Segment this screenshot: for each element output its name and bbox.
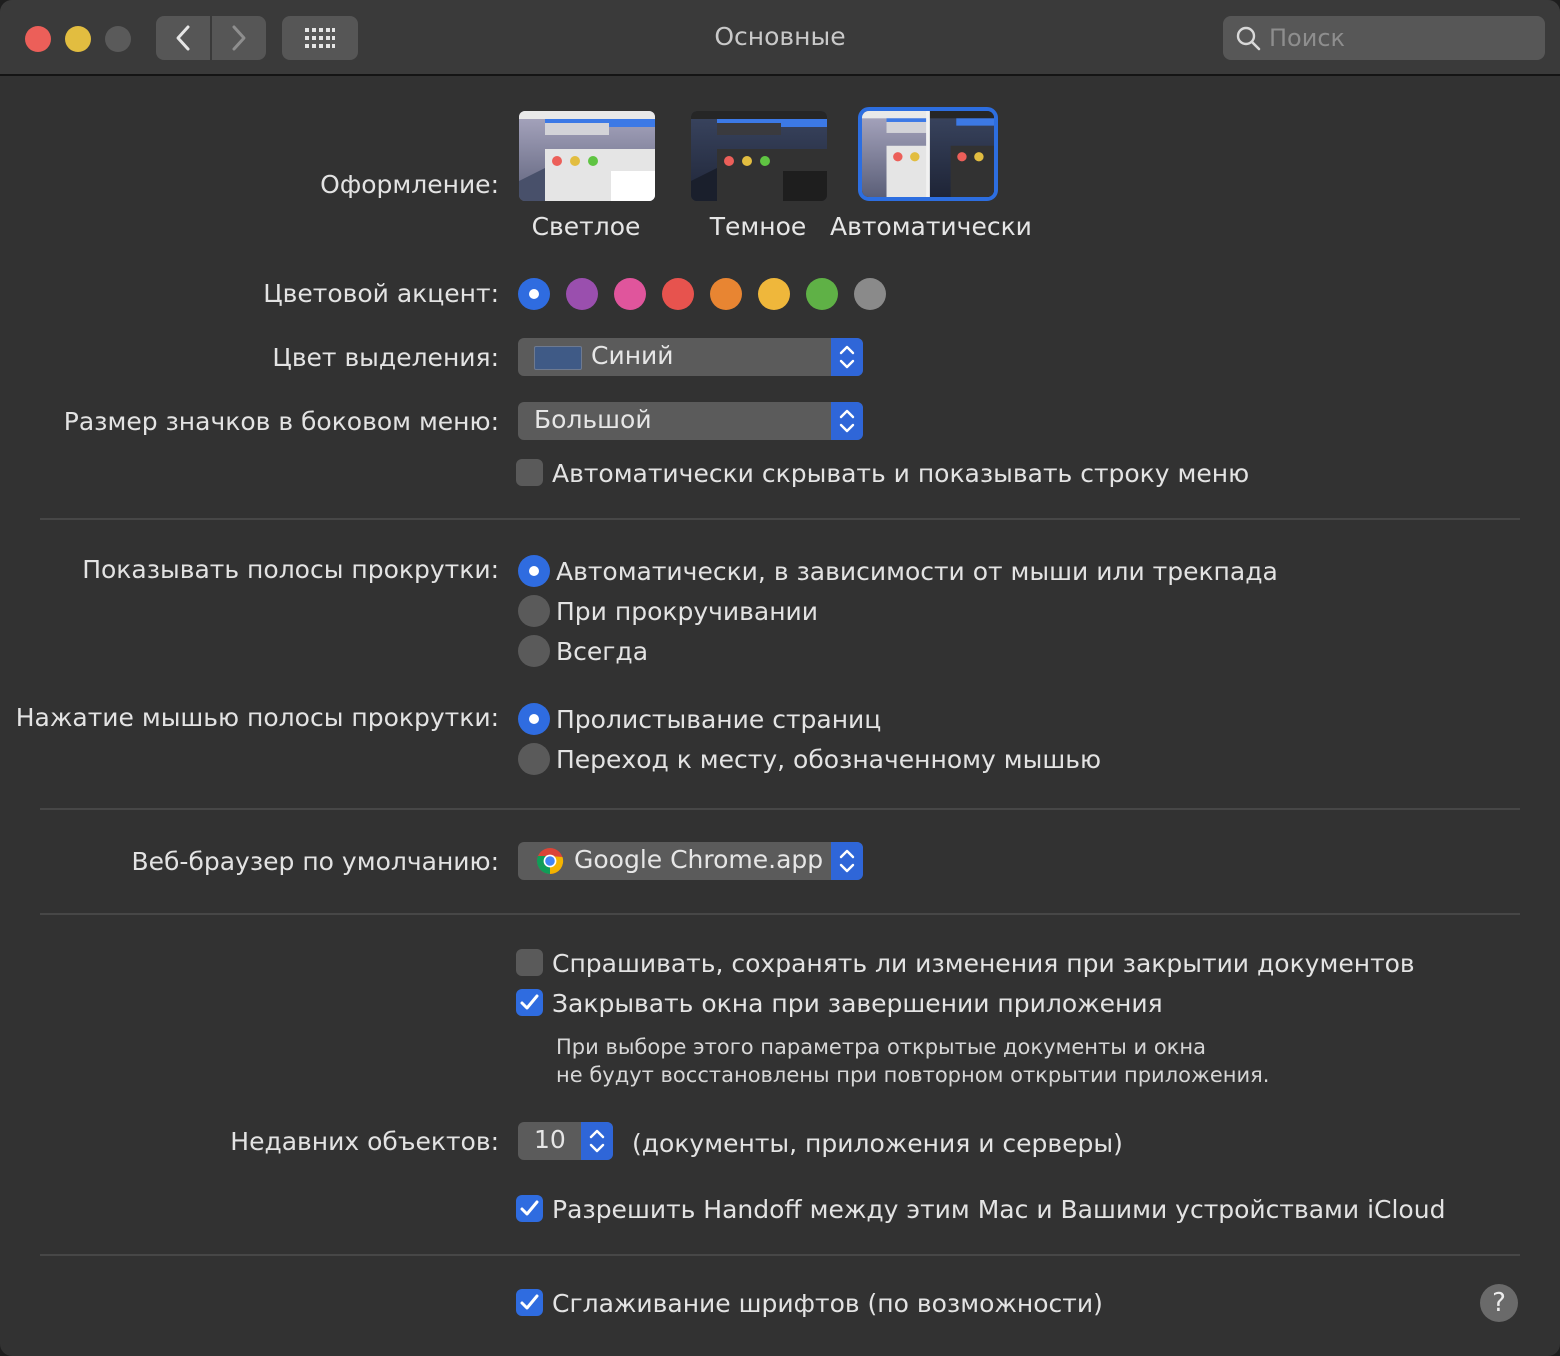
appearance-light-caption: Светлое [531, 212, 641, 241]
checkmark-icon [520, 1200, 539, 1216]
scrollbars-scrolling-label: При прокручивании [556, 597, 819, 626]
recent-items-value: 10 [534, 1125, 566, 1154]
recent-items-popup[interactable]: 10 [518, 1122, 613, 1160]
accent-color-swatch[interactable] [806, 278, 838, 310]
handoff-checkbox[interactable] [516, 1195, 543, 1222]
close-windows-note-line2: не будут восстановлены при повторном отк… [556, 1063, 1270, 1087]
menubar-autohide-label: Автоматически скрывать и показывать стро… [552, 459, 1250, 488]
accent-color-swatch[interactable] [854, 278, 886, 310]
default-browser-label: Веб-браузер по умолчанию: [131, 847, 499, 876]
font-smoothing-checkbox[interactable] [516, 1289, 543, 1316]
popup-stepper-icon [831, 338, 863, 376]
popup-stepper-icon [581, 1122, 613, 1160]
sidebar-icon-size-popup[interactable]: Большой [518, 402, 863, 440]
appearance-dark-option[interactable] [689, 109, 829, 203]
appearance-light-option[interactable] [517, 109, 657, 203]
popup-stepper-icon [831, 402, 863, 440]
scroll-click-page-radio[interactable] [518, 703, 550, 735]
ask-save-label: Спрашивать, сохранять ли изменения при з… [552, 949, 1415, 978]
chrome-icon [536, 848, 564, 875]
light-appearance-thumbnail [519, 111, 655, 201]
recent-items-label: Недавних объектов: [230, 1127, 499, 1156]
menubar-autohide-checkbox[interactable] [516, 459, 543, 486]
handoff-label: Разрешить Handoff между этим Mac и Вашим… [552, 1195, 1446, 1224]
highlight-color-swatch [534, 346, 582, 370]
accent-color-swatch[interactable] [614, 278, 646, 310]
search-input[interactable] [1269, 24, 1529, 52]
scroll-click-page-label: Пролистывание страниц [556, 705, 882, 734]
highlight-color-popup[interactable]: Синий [518, 338, 863, 376]
search-icon [1236, 26, 1261, 51]
popup-stepper-icon [831, 842, 863, 880]
accent-color-swatch[interactable] [518, 278, 550, 310]
close-windows-note-line1: При выборе этого параметра открытые доку… [556, 1035, 1206, 1059]
scrollbars-always-radio[interactable] [518, 635, 550, 667]
search-field[interactable] [1223, 16, 1545, 60]
accent-color-swatch[interactable] [710, 278, 742, 310]
close-windows-label: Закрывать окна при завершении приложения [552, 989, 1163, 1018]
close-windows-checkbox[interactable] [516, 989, 543, 1016]
accent-color-swatch[interactable] [758, 278, 790, 310]
ask-save-checkbox[interactable] [516, 949, 543, 976]
appearance-auto-option[interactable] [858, 107, 998, 201]
scroll-click-label: Нажатие мышью полосы прокрутки: [15, 703, 499, 732]
separator [40, 808, 1520, 810]
default-browser-value: Google Chrome.app [574, 845, 824, 874]
titlebar: Основные [0, 0, 1560, 76]
separator [40, 1254, 1520, 1256]
font-smoothing-label: Сглаживание шрифтов (по возможности) [552, 1289, 1103, 1318]
preferences-window: Основные Оформление: [0, 0, 1560, 1356]
auto-appearance-thumbnail [862, 111, 994, 197]
scrollbars-auto-radio[interactable] [518, 555, 550, 587]
sidebar-icon-size-value: Большой [534, 405, 652, 434]
appearance-dark-caption: Темное [709, 212, 807, 241]
separator [40, 913, 1520, 915]
accent-color-swatch[interactable] [662, 278, 694, 310]
scrollbars-scrolling-radio[interactable] [518, 595, 550, 627]
scroll-click-spot-label: Переход к месту, обозначенному мышью [556, 745, 1101, 774]
sidebar-icon-size-label: Размер значков в боковом меню: [63, 407, 499, 436]
scroll-click-spot-radio[interactable] [518, 743, 550, 775]
help-button[interactable]: ? [1480, 1284, 1518, 1322]
scrollbars-always-label: Всегда [556, 637, 649, 666]
separator [40, 518, 1520, 520]
checkmark-icon [520, 1294, 539, 1310]
default-browser-popup[interactable]: Google Chrome.app [518, 842, 863, 880]
highlight-color-label: Цвет выделения: [272, 343, 499, 372]
recent-items-suffix: (документы, приложения и серверы) [632, 1129, 1123, 1158]
checkmark-icon [520, 994, 539, 1010]
accent-color-swatch[interactable] [566, 278, 598, 310]
scrollbars-auto-label: Автоматически, в зависимости от мыши или… [556, 557, 1278, 586]
scrollbars-label: Показывать полосы прокрутки: [82, 555, 499, 584]
dark-appearance-thumbnail [691, 111, 827, 201]
highlight-color-value: Синий [591, 341, 674, 370]
accent-color-label: Цветовой акцент: [263, 279, 499, 308]
appearance-label: Оформление: [320, 170, 499, 199]
appearance-auto-caption: Автоматически [830, 212, 1032, 241]
